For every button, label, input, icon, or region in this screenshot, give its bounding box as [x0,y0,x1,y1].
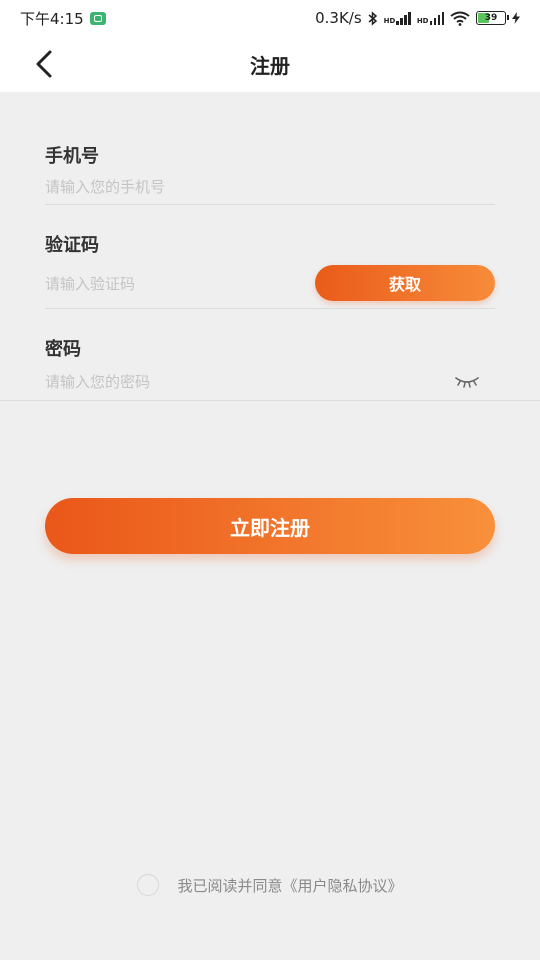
password-label: 密码 [45,339,81,360]
toggle-password-visibility[interactable] [452,372,482,392]
page-title: 注册 [250,53,290,78]
chevron-left-icon [36,50,52,78]
phone-input[interactable] [45,176,465,198]
status-time: 下午4:15 [20,9,84,28]
agreement-checkbox[interactable] [137,874,160,896]
nav-bar: 注册 [0,36,540,92]
status-left: 下午4:15 [20,8,106,29]
bolt-icon [512,12,520,24]
battery-level: 39 [484,13,498,23]
signal-icon: HD [384,11,411,25]
battery-icon: 39 [476,11,509,25]
phone-divider [45,204,495,205]
agreement-row: 我已阅读并同意《用户隐私协议》 [0,872,540,898]
back-button[interactable] [28,48,60,80]
password-input[interactable] [45,371,435,393]
register-button[interactable]: 立即注册 [45,498,495,554]
eye-closed-icon [455,377,479,388]
signal-icon-2: HD [417,11,444,25]
get-code-button[interactable]: 获取 [315,265,495,301]
wifi-icon [450,11,470,26]
code-label: 验证码 [45,235,99,256]
code-input[interactable] [45,273,295,295]
agreement-text[interactable]: 我已阅读并同意《用户隐私协议》 [177,875,402,896]
code-divider [45,308,495,309]
net-speed: 0.3K/s [315,9,362,27]
status-bar: 下午4:15 0.3K/s HD HD 39 [0,0,540,36]
phone-label: 手机号 [45,146,99,167]
bluetooth-icon [368,10,377,26]
status-right: 0.3K/s HD HD 39 [315,9,520,27]
password-divider [0,400,540,401]
app-notification-icon [89,11,106,25]
